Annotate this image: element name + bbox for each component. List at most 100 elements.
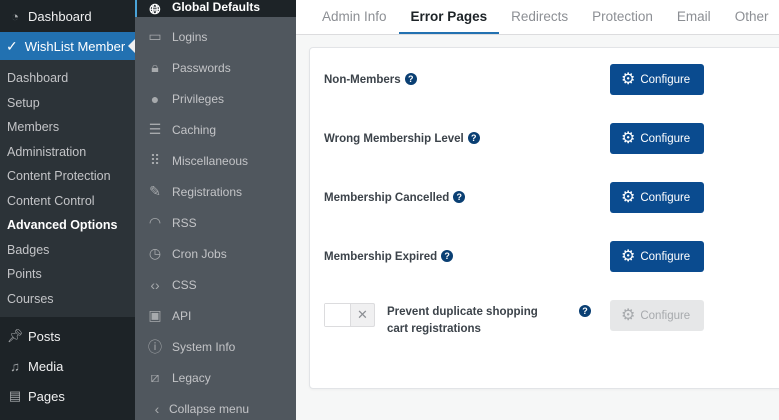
nav-label: Logins <box>172 29 208 44</box>
nav-cron-jobs[interactable]: ◷ Cron Jobs <box>135 238 296 269</box>
configure-wrong-level-button[interactable]: ⚙ Configure <box>610 123 704 154</box>
nav-label: Cron Jobs <box>172 246 227 261</box>
gear-icon: ⚙ <box>621 306 636 324</box>
help-icon[interactable]: ? <box>404 73 417 85</box>
nav-label: Legacy <box>172 370 211 385</box>
submenu-badges[interactable]: Badges <box>0 238 135 263</box>
login-icon: ▭ <box>148 28 162 44</box>
collapse-menu-button[interactable]: ‹ Collapse menu <box>135 393 296 420</box>
globe-icon: 🌐︎ <box>149 0 161 17</box>
configure-expired-button[interactable]: ⚙ Configure <box>610 241 704 272</box>
help-icon[interactable]: ? <box>453 191 466 203</box>
user-icon: ● <box>150 90 160 107</box>
nav-rss[interactable]: ◠ RSS <box>135 207 296 238</box>
code-icon: ‹› <box>150 276 160 293</box>
nav-label: Caching <box>172 122 217 137</box>
nav-label: RSS <box>172 215 197 230</box>
lock-icon: 🔒︎ <box>151 59 159 75</box>
nav-label: Privileges <box>172 91 225 106</box>
info-icon: ⓘ <box>148 338 162 355</box>
gear-icon: ⚙ <box>621 247 636 265</box>
nav-css[interactable]: ‹› CSS <box>135 269 296 300</box>
nav-label: Passwords <box>172 60 231 75</box>
gear-icon: ⚙ <box>621 129 636 147</box>
nav-privileges[interactable]: ● Privileges <box>135 83 296 114</box>
nav-label: CSS <box>172 277 197 292</box>
configure-non-members-button[interactable]: ⚙ Configure <box>610 64 704 95</box>
collapse-menu-label: Collapse menu <box>169 401 250 416</box>
wp-menu-media-label: Media <box>28 358 64 374</box>
wp-menu-media[interactable]: ♫ Media <box>0 351 135 381</box>
submenu-administration[interactable]: Administration <box>0 140 135 165</box>
advanced-options-nav: 🌐︎ Global Defaults ▭ Logins 🔒︎ Passwords… <box>135 0 296 420</box>
configure-cancelled-button[interactable]: ⚙ Configure <box>610 182 704 213</box>
wp-menu-dashboard[interactable]: ◔ Dashboard <box>0 0 135 32</box>
tab-redirects[interactable]: Redirects <box>499 9 580 34</box>
wp-menu-posts[interactable]: 📌︎ Posts <box>0 321 135 351</box>
nav-registrations[interactable]: ✎ Registrations <box>135 176 296 207</box>
nav-logins[interactable]: ▭ Logins <box>135 21 296 52</box>
settings-tabs: Admin Info Error Pages Redirects Protect… <box>296 0 779 35</box>
submenu-content-protection[interactable]: Content Protection <box>0 164 135 189</box>
help-icon[interactable]: ? <box>467 132 480 144</box>
submenu-members[interactable]: Members <box>0 115 135 140</box>
submenu-content-control[interactable]: Content Control <box>0 189 135 214</box>
gear-icon: ⚙ <box>621 70 636 88</box>
submenu-points[interactable]: Points <box>0 262 135 287</box>
submenu-setup[interactable]: Setup <box>0 91 135 116</box>
wp-menu-wishlist-label: WishList Member <box>24 38 126 54</box>
nav-label: Global Defaults <box>172 0 261 14</box>
nav-label: API <box>172 308 192 323</box>
legacy-icon: ⧄ <box>150 369 160 385</box>
submenu-dashboard[interactable]: Dashboard <box>0 66 135 91</box>
configure-duplicate-button: ⚙ Configure <box>610 300 704 331</box>
row-label: Membership Expired? <box>324 250 454 263</box>
nav-system-info[interactable]: ⓘ System Info <box>135 331 296 362</box>
nav-label: Miscellaneous <box>172 153 249 168</box>
wishlist-submenu: Dashboard Setup Members Administration C… <box>0 60 135 317</box>
row-label: Non-Members? <box>324 73 417 86</box>
nav-caching[interactable]: ☰ Caching <box>135 114 296 145</box>
nav-miscellaneous[interactable]: ⠿ Miscellaneous <box>135 145 296 176</box>
toggle-knob <box>325 304 351 326</box>
wp-admin-menu: ◔ Dashboard ✓ WishList Member Dashboard … <box>0 0 135 420</box>
row-label: Wrong Membership Level? <box>324 132 480 145</box>
dashboard-icon: ◔ <box>11 8 19 24</box>
pushpin-icon: 📌︎ <box>6 328 24 343</box>
wp-menu-pages[interactable]: ▤ Pages <box>0 381 135 411</box>
pages-icon: ▤ <box>8 388 22 403</box>
nav-global-defaults[interactable]: 🌐︎ Global Defaults <box>135 0 296 17</box>
nav-label: Registrations <box>172 184 243 199</box>
nav-passwords[interactable]: 🔒︎ Passwords <box>135 52 296 83</box>
duplicate-registrations-toggle[interactable]: ✕ <box>324 303 375 327</box>
help-icon[interactable]: ? <box>441 250 454 262</box>
tab-error-pages[interactable]: Error Pages <box>398 9 500 34</box>
error-page-row: Membership Expired? ⚙ Configure <box>310 241 779 272</box>
nav-label: System Info <box>172 339 236 354</box>
close-icon: ✕ <box>357 307 368 322</box>
wp-menu-dashboard-label: Dashboard <box>28 8 92 24</box>
wp-menu-posts-label: Posts <box>28 328 61 344</box>
chevron-left-icon: ‹ <box>154 400 160 417</box>
submenu-courses[interactable]: Courses <box>0 287 135 312</box>
wp-menu-pages-label: Pages <box>28 388 65 404</box>
tab-protection[interactable]: Protection <box>580 9 665 34</box>
checkmark-icon: ✓ <box>6 37 18 54</box>
error-page-row: Wrong Membership Level? ⚙ Configure <box>310 123 779 154</box>
tab-email[interactable]: Email <box>665 9 723 34</box>
caching-icon: ☰ <box>148 121 162 137</box>
tab-admin-info[interactable]: Admin Info <box>310 9 399 34</box>
wp-menu-wishlist-member[interactable]: ✓ WishList Member <box>0 32 135 60</box>
duplicate-registrations-row: ✕ Prevent duplicate shopping cart regist… <box>310 300 779 340</box>
grid-icon: ⠿ <box>149 152 161 168</box>
nav-api[interactable]: ▣ API <box>135 300 296 331</box>
nav-legacy[interactable]: ⧄ Legacy <box>135 362 296 393</box>
clock-icon: ◷ <box>148 245 162 261</box>
help-icon[interactable]: ? <box>579 305 591 317</box>
rss-icon: ◠ <box>148 214 162 230</box>
submenu-advanced-options[interactable]: Advanced Options <box>0 213 135 238</box>
main-content: Admin Info Error Pages Redirects Protect… <box>296 0 779 420</box>
pencil-icon: ✎ <box>149 183 161 199</box>
error-pages-panel: Non-Members? ⚙ Configure Wrong Membership… <box>309 47 779 389</box>
tab-other[interactable]: Other <box>723 9 779 34</box>
